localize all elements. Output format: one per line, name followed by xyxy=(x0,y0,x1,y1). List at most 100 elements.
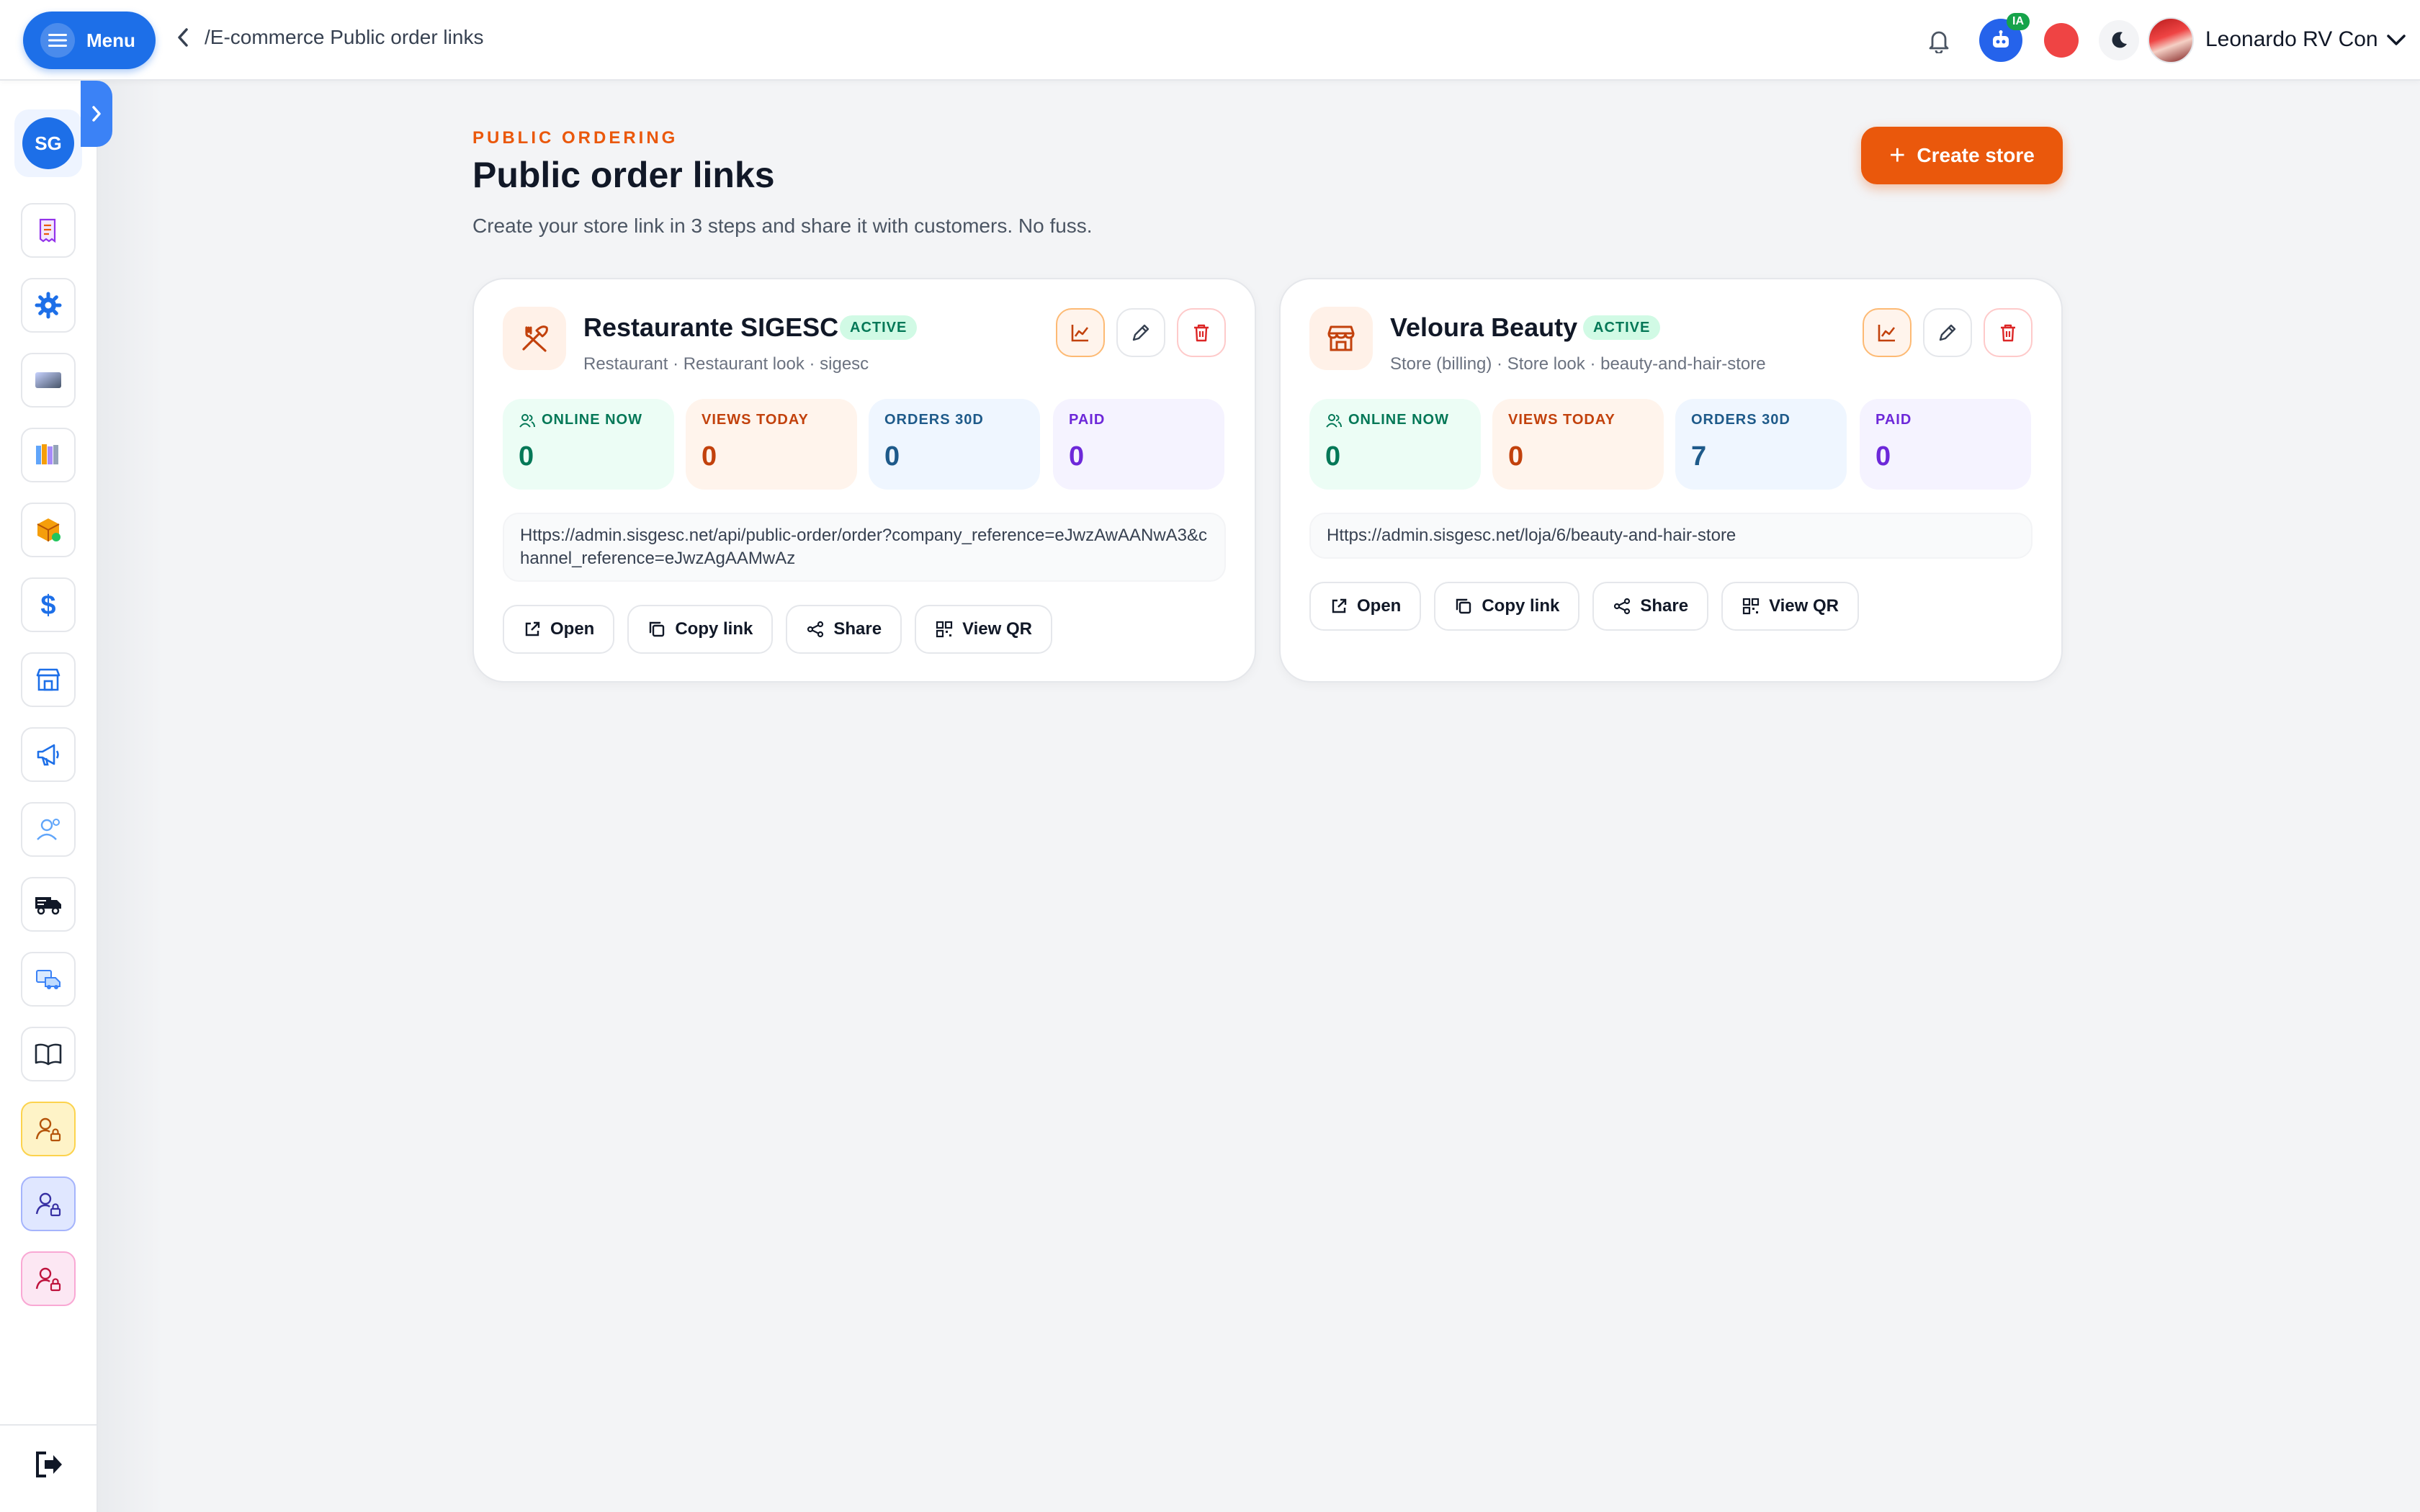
pencil-icon xyxy=(1132,324,1150,341)
view-qr-label: View QR xyxy=(962,619,1032,639)
gradient-card-icon xyxy=(35,372,61,388)
open-label: Open xyxy=(1357,596,1402,616)
share-icon xyxy=(807,621,824,638)
sidebar-item-user-3[interactable] xyxy=(21,1251,76,1306)
sidebar-item-receipts[interactable] xyxy=(21,203,76,258)
user-name[interactable]: Leonardo RV Con xyxy=(2205,27,2378,52)
card-actions: Open Copy link Share View QR xyxy=(503,605,1052,654)
stat-paid: PAID 0 xyxy=(1860,399,2031,490)
sidebar-item-docs[interactable] xyxy=(21,1027,76,1081)
copy-link-button[interactable]: Copy link xyxy=(1434,582,1580,631)
delete-button[interactable] xyxy=(1177,308,1226,357)
store-card: Restaurante SIGESC ACTIVE Restaurant · R… xyxy=(472,278,1256,683)
chevron-left-icon[interactable] xyxy=(170,24,196,50)
stat-value: 0 xyxy=(1508,441,1524,472)
status-badge: ACTIVE xyxy=(840,315,918,340)
chevron-down-icon[interactable] xyxy=(2384,27,2408,52)
stat-label: VIEWS TODAY xyxy=(1508,412,1615,428)
gear-icon xyxy=(35,292,62,319)
moon-icon[interactable] xyxy=(2099,20,2139,60)
sidebar-item-products[interactable] xyxy=(21,503,76,557)
breadcrumb: /E-commerce Public order links xyxy=(170,24,483,50)
stat-orders-30d: ORDERS 30D 0 xyxy=(869,399,1040,490)
view-qr-button[interactable]: View QR xyxy=(1721,582,1859,631)
edit-button[interactable] xyxy=(1116,308,1165,357)
hamburger-icon xyxy=(40,23,75,58)
sidebar-item-deliveries[interactable] xyxy=(21,952,76,1007)
stat-label: PAID xyxy=(1876,412,1912,428)
user-lock-icon xyxy=(35,1267,61,1292)
chart-icon xyxy=(1071,325,1089,342)
page-subtitle: Create your store link in 3 steps and sh… xyxy=(472,215,1093,237)
user-lock-icon xyxy=(35,1192,61,1217)
menu-label: Menu xyxy=(86,29,135,51)
external-link-icon xyxy=(1332,598,1347,613)
open-button[interactable]: Open xyxy=(503,605,615,654)
view-qr-button[interactable]: View QR xyxy=(915,605,1052,654)
sidebar-item-finance[interactable]: $ xyxy=(21,577,76,632)
sidebar-item-shipping[interactable] xyxy=(21,877,76,932)
sidebar-item-cards[interactable] xyxy=(21,353,76,408)
store-url[interactable]: Https://admin.sisgesc.net/loja/6/beauty-… xyxy=(1309,513,2033,559)
stats-button[interactable] xyxy=(1056,308,1105,357)
company-logo: SG xyxy=(22,117,74,169)
ai-assistant-button[interactable]: IA xyxy=(1979,13,2030,62)
share-button[interactable]: Share xyxy=(1592,582,1709,631)
page-title: Public order links xyxy=(472,155,775,195)
stat-views-today: VIEWS TODAY 0 xyxy=(686,399,857,490)
store-url[interactable]: Https://admin.sisgesc.net/api/public-ord… xyxy=(503,513,1226,582)
share-button[interactable]: Share xyxy=(786,605,902,654)
support-icon xyxy=(37,819,60,840)
sidebar-item-marketing[interactable] xyxy=(21,727,76,782)
sidebar-item-stores[interactable] xyxy=(21,652,76,707)
sidebar-item-user-1[interactable] xyxy=(21,1102,76,1156)
store-name: Restaurante SIGESC xyxy=(583,312,839,342)
stat-online-now: ONLINE NOW 0 xyxy=(503,399,674,490)
bell-icon[interactable] xyxy=(1919,20,1959,60)
user-lock-icon xyxy=(35,1117,61,1142)
delete-button[interactable] xyxy=(1984,308,2033,357)
share-label: Share xyxy=(1640,596,1689,616)
dollar-icon: $ xyxy=(40,590,55,619)
stat-value: 0 xyxy=(519,441,534,472)
external-link-icon xyxy=(525,621,540,636)
copy-link-label: Copy link xyxy=(1482,596,1560,616)
copy-icon xyxy=(650,621,665,637)
menu-button[interactable]: Menu xyxy=(23,12,156,69)
sidebar-divider xyxy=(0,1424,98,1426)
utensils-icon xyxy=(503,307,566,370)
qr-code-icon xyxy=(1742,598,1760,615)
trash-icon xyxy=(1194,324,1209,342)
receipt-icon xyxy=(39,218,56,243)
stat-label: ORDERS 30D xyxy=(884,412,984,428)
edit-button[interactable] xyxy=(1923,308,1972,357)
view-qr-label: View QR xyxy=(1769,596,1839,616)
sidebar-item-settings[interactable] xyxy=(21,278,76,333)
svg-text:$: $ xyxy=(40,590,55,619)
store-meta: Restaurant · Restaurant look · sigesc xyxy=(583,354,869,374)
status-indicator[interactable] xyxy=(2044,23,2079,58)
avatar[interactable] xyxy=(2148,17,2194,63)
stat-label: ONLINE NOW xyxy=(542,412,642,428)
chevron-right-icon xyxy=(92,106,101,122)
logout-icon[interactable] xyxy=(32,1447,66,1482)
sidebar-expand-toggle[interactable] xyxy=(81,81,112,147)
company-logo-wrap[interactable]: SG xyxy=(14,109,82,177)
plus-icon: + xyxy=(1889,140,1906,171)
share-icon xyxy=(1614,598,1631,615)
delivery-icon xyxy=(36,970,60,989)
stat-value: 0 xyxy=(1876,441,1891,472)
stats-button[interactable] xyxy=(1863,308,1912,357)
sidebar: SG $ xyxy=(0,81,98,1512)
status-badge: ACTIVE xyxy=(1583,315,1661,340)
store-icon xyxy=(36,668,60,691)
sidebar-item-support[interactable] xyxy=(21,802,76,857)
sidebar-item-library[interactable] xyxy=(21,428,76,482)
open-button[interactable]: Open xyxy=(1309,582,1422,631)
sidebar-item-user-2[interactable] xyxy=(21,1176,76,1231)
users-icon xyxy=(519,413,535,428)
storefront-icon xyxy=(1309,307,1373,370)
ai-badge: IA xyxy=(2007,13,2030,30)
copy-link-button[interactable]: Copy link xyxy=(627,605,774,654)
create-store-button[interactable]: + Create store xyxy=(1861,127,2063,184)
